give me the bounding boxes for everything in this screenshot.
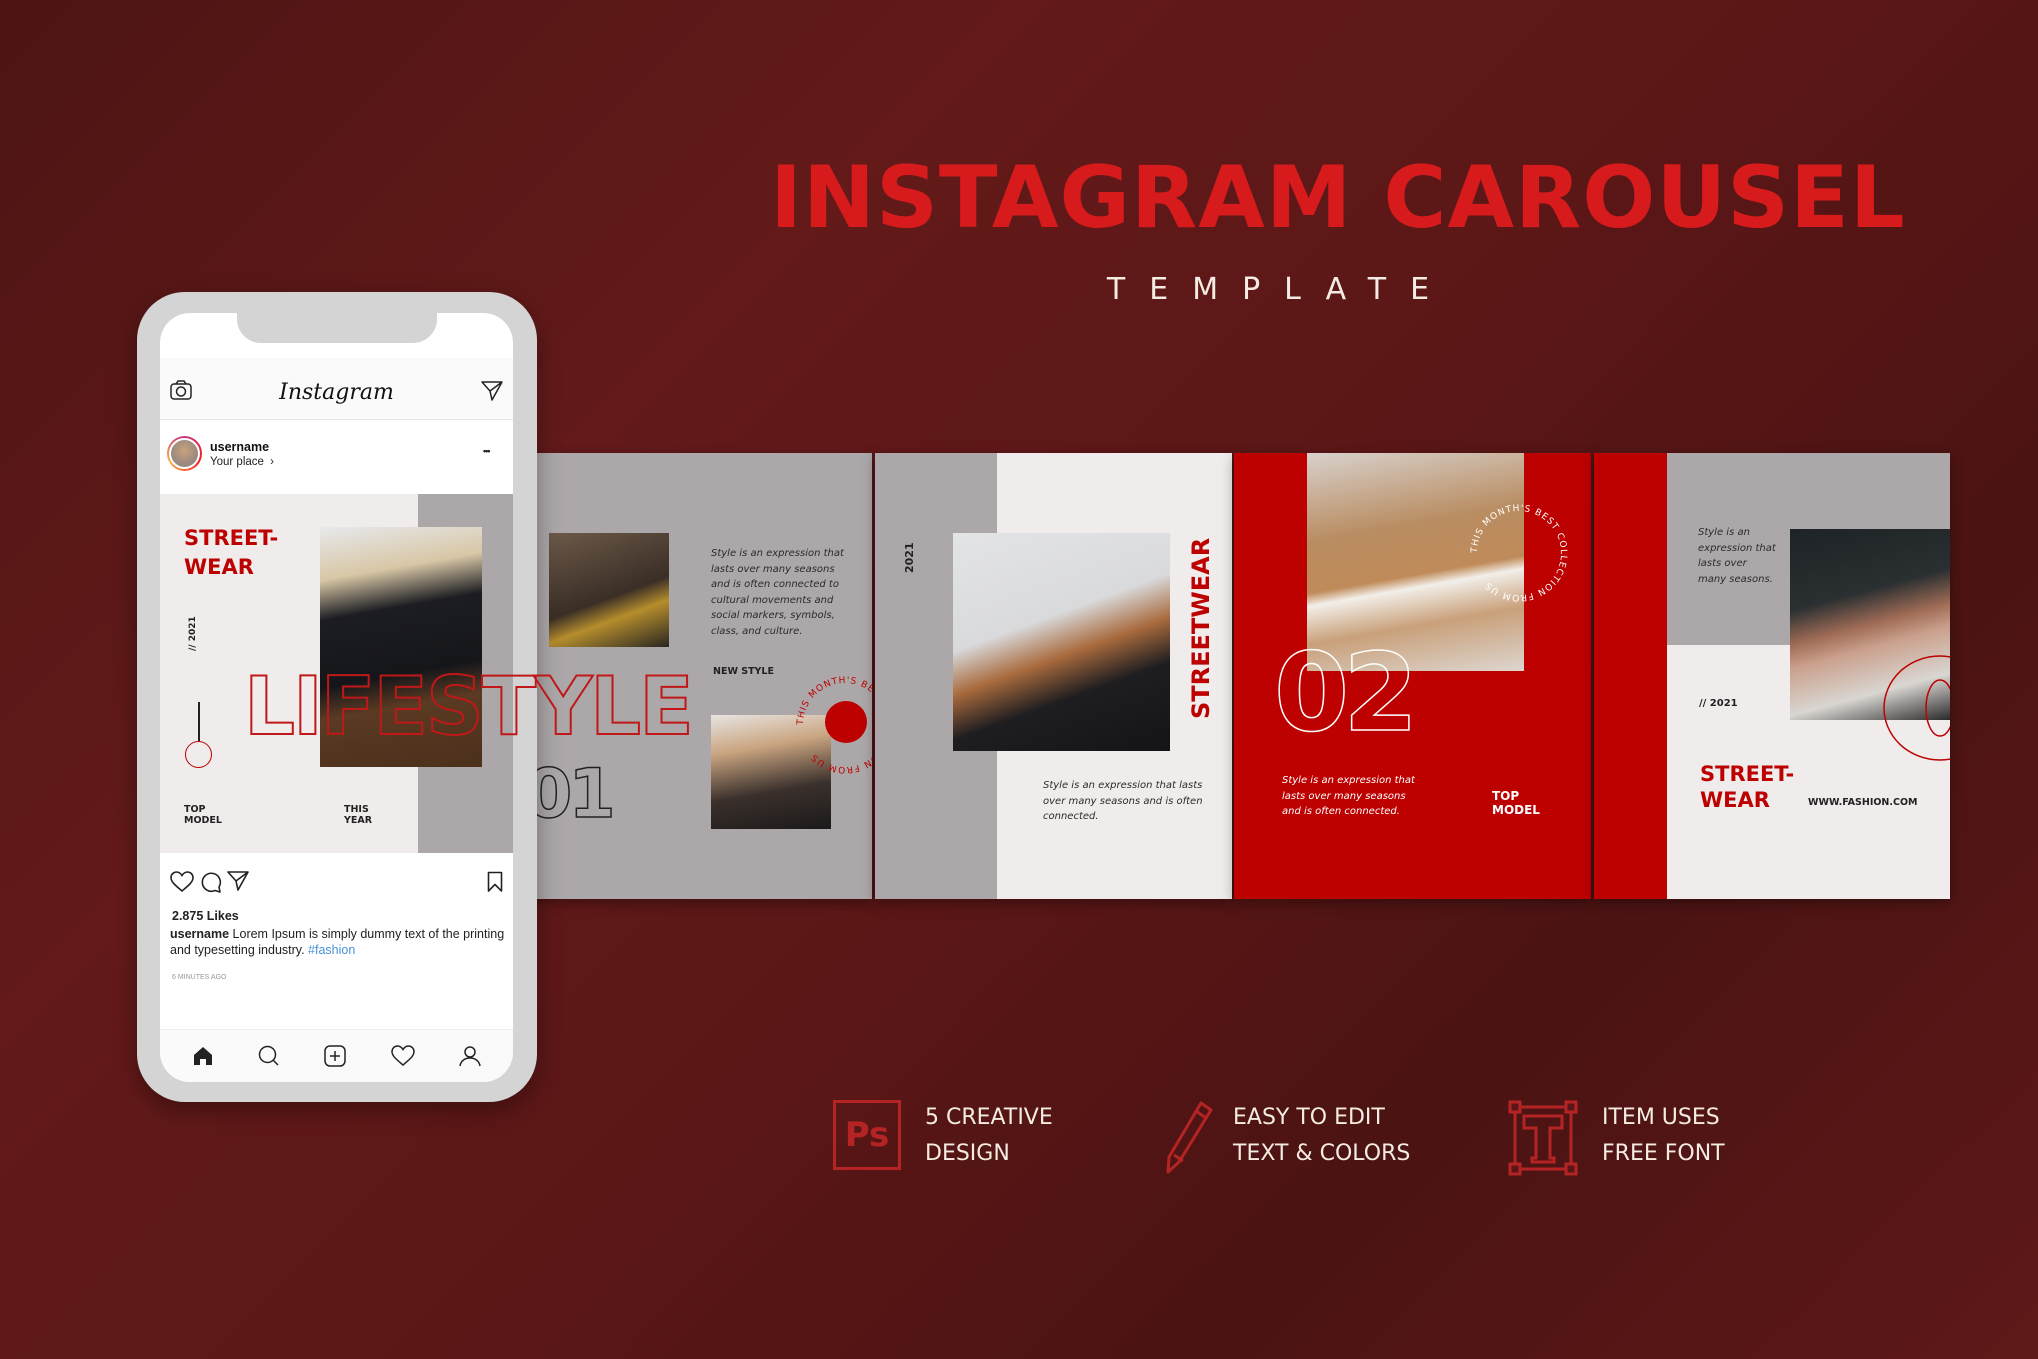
heart-icon[interactable]	[170, 871, 194, 893]
slide-2-number: 01	[524, 754, 616, 835]
carousel-slide-3: 2021 STREETWEAR Style is an expression t…	[875, 453, 1232, 899]
chevron-right-icon: ›	[270, 456, 274, 468]
font-icon	[1508, 1100, 1578, 1176]
pendulum-line	[198, 702, 200, 742]
feature-2-line-2: TEXT & COLORS	[1233, 1141, 1411, 1166]
feature-3-line-2: FREE FONT	[1602, 1141, 1725, 1166]
slide-3-year: 2021	[903, 542, 916, 573]
slide-1-label-left-1: TOP	[184, 804, 206, 815]
feature-2-line-1: EASY TO EDIT	[1233, 1105, 1385, 1130]
add-icon[interactable]	[324, 1045, 347, 1067]
slide-1-label-left-2: MODEL	[184, 815, 222, 826]
slide-5-title-2: WEAR	[1700, 788, 1770, 812]
slide-4-body-text: Style is an expression that lasts over m…	[1282, 775, 1415, 817]
post-timestamp: 6 MINUTES AGO	[172, 974, 227, 981]
likes-count[interactable]: 2.875 Likes	[172, 909, 239, 923]
share-icon[interactable]	[227, 870, 249, 892]
slide-5-website: WWW.FASHION.COM	[1808, 797, 1918, 808]
send-icon[interactable]	[481, 380, 503, 402]
feature-1-line-1: 5 CREATIVE	[925, 1105, 1053, 1130]
post-username[interactable]: username	[210, 440, 269, 454]
feature-photoshop: Ps 5 CREATIVE DESIGN	[833, 1100, 1093, 1180]
instagram-header: Instagram	[160, 358, 513, 420]
search-icon[interactable]	[258, 1045, 280, 1067]
lifestyle-overlay-text: LIFESTYLE	[243, 659, 695, 754]
slide-1-title-1: STREET-	[184, 526, 279, 550]
pendulum-circle	[185, 741, 212, 768]
pencil-icon	[1166, 1101, 1213, 1174]
slide-5-red-strip	[1594, 453, 1667, 899]
home-icon[interactable]	[192, 1046, 214, 1066]
photoshop-icon: Ps	[833, 1100, 901, 1170]
slide-3-body-text: Style is an expression that lasts over m…	[1043, 780, 1203, 822]
page-subtitle: TEMPLATE	[1106, 272, 1454, 307]
svg-text:THIS MONTH'S BEST COLLECTION F: THIS MONTH'S BEST COLLECTION FROM US	[1470, 504, 1568, 602]
slide-4-label-1: TOP	[1492, 789, 1520, 803]
page-title: INSTAGRAM CAROUSEL	[770, 148, 1906, 248]
activity-heart-icon[interactable]	[390, 1045, 415, 1067]
carousel-slide-5: Style is an expression that lasts over m…	[1594, 453, 1950, 899]
feature-1-line-2: DESIGN	[925, 1141, 1010, 1166]
photo-woman-hoodie	[953, 533, 1170, 751]
carousel-slide-4: THIS MONTH'S BEST COLLECTION FROM US 02 …	[1234, 453, 1591, 899]
hashtag-link[interactable]: #fashion	[308, 943, 355, 957]
slide-4-label-2: MODEL	[1492, 803, 1540, 817]
comment-icon[interactable]	[200, 871, 222, 893]
slide-5-title-1: STREET-	[1700, 762, 1795, 786]
outline-zero	[1883, 655, 1950, 761]
slide-3-vertical-title: STREETWEAR	[1187, 537, 1215, 719]
circular-text-badge: THIS MONTH'S BEST COLLECTION FROM US	[1470, 504, 1568, 602]
post-caption: username Lorem Ipsum is simply dummy tex…	[170, 927, 505, 958]
slide-1-title-2: WEAR	[184, 555, 254, 579]
feature-free-font: ITEM USES FREE FONT	[1508, 1100, 1808, 1180]
caption-username[interactable]: username	[170, 927, 229, 941]
slide-1-label-right-2: YEAR	[344, 815, 373, 826]
phone-notch	[237, 313, 437, 343]
feature-3-line-1: ITEM USES	[1602, 1105, 1720, 1130]
svg-text:THIS MONTH'S BEST COLLECTION F: THIS MONTH'S BEST COLLECTION FROM US	[796, 676, 872, 774]
slide-4-number: 02	[1273, 630, 1419, 757]
feature-easy-edit: EASY TO EDIT TEXT & COLORS	[1165, 1100, 1485, 1180]
post-actions: 2.875 Likes username Lorem Ipsum is simp…	[160, 853, 513, 1021]
bottom-nav	[160, 1029, 513, 1082]
slide-5-year: // 2021	[1699, 698, 1738, 709]
slide-2-tag: NEW STYLE	[713, 666, 774, 677]
slide-5-body-text: Style is an expression that lasts over m…	[1698, 527, 1776, 585]
circular-text-badge: THIS MONTH'S BEST COLLECTION FROM US	[796, 676, 872, 774]
instagram-logo: Instagram	[279, 380, 394, 405]
slide-1-year: // 2021	[188, 616, 198, 651]
slide-1-label-right-1: THIS	[344, 804, 369, 815]
avatar[interactable]	[167, 436, 202, 471]
bookmark-icon[interactable]	[487, 871, 503, 893]
post-location-text: Your place	[210, 456, 264, 468]
post-header: username Your place › •••	[160, 420, 513, 494]
more-options-icon[interactable]: •••	[483, 446, 491, 456]
photo-man-sitting	[549, 533, 669, 647]
slide-2-body-text: Style is an expression that lasts over m…	[711, 548, 844, 637]
post-location[interactable]: Your place ›	[210, 456, 274, 468]
profile-icon[interactable]	[459, 1045, 481, 1067]
